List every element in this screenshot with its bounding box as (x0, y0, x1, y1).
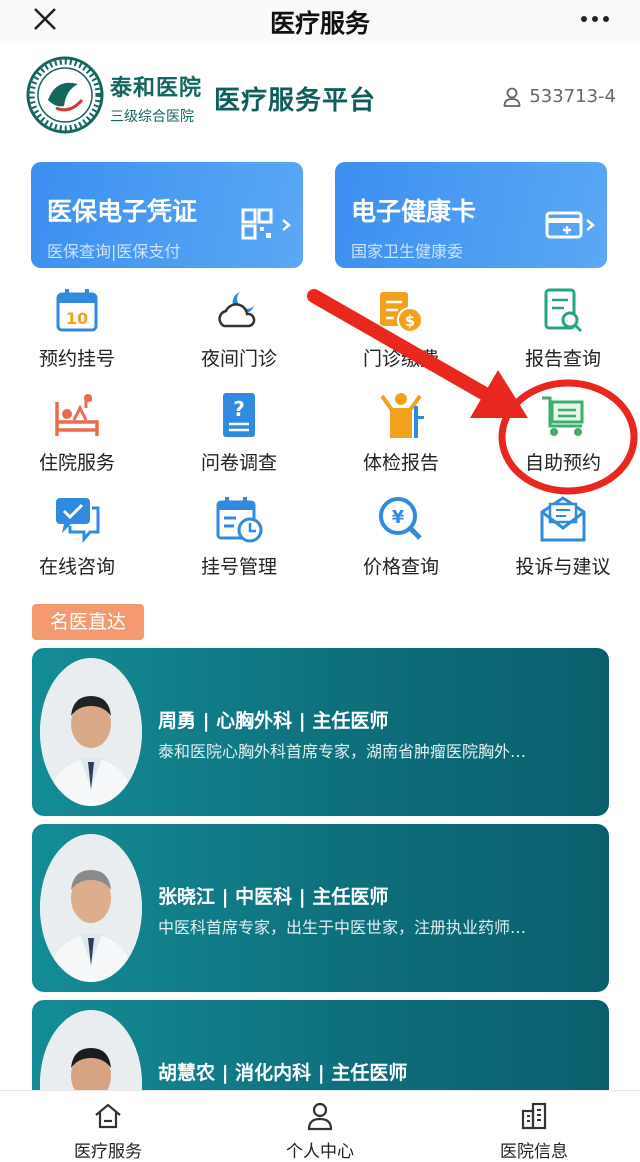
more-icon[interactable] (580, 10, 610, 28)
service-price-query[interactable]: ¥ 价格查询 (326, 494, 476, 598)
banner-subtitle: 国家卫生健康委 (351, 242, 464, 261)
svg-text:?: ? (233, 397, 245, 421)
doctor-name: 张晓江 | 中医科 | 主任医师 (158, 886, 389, 908)
hospital-level: 三级综合医院 (110, 109, 194, 125)
doctor-photo (40, 658, 142, 806)
tab-label: 医疗服务 (74, 1142, 142, 1162)
section-tag: 名医直达 (32, 604, 144, 640)
service-complaint[interactable]: 投诉与建议 (488, 494, 638, 598)
service-grid: 10 预约挂号 夜间门诊 $ 门诊缴费 报告查询 住院服务 ? 问卷调查 体检报… (0, 286, 640, 602)
tab-personal-center[interactable]: 个人中心 (240, 1091, 400, 1162)
service-label: 价格查询 (362, 556, 439, 578)
tab-label: 个人中心 (286, 1142, 354, 1162)
top-bar: 医疗服务 (0, 0, 640, 44)
hospital-seal-icon (26, 56, 104, 134)
user-id: 533713-4 (529, 86, 616, 107)
tab-medical-service[interactable]: 医疗服务 (28, 1091, 188, 1162)
banner-title: 医保电子凭证 (47, 197, 198, 226)
doctor-card[interactable]: 胡慧农 | 消化内科 | 主任医师 (32, 1000, 609, 1090)
banner-row: 医保电子凭证 医保查询|医保支付 电子健康卡 国家卫生健康委 (0, 156, 640, 286)
service-label: 夜间门诊 (200, 348, 277, 370)
payment-icon: $ (380, 292, 423, 333)
bottom-tab-bar: 医疗服务 个人中心 医院信息 (0, 1090, 640, 1162)
questionnaire-icon: ? (223, 393, 255, 437)
schedule-icon (216, 497, 263, 543)
service-appointment[interactable]: 10 预约挂号 (2, 286, 152, 390)
banner-title: 电子健康卡 (351, 197, 477, 226)
svg-text:10: 10 (66, 309, 88, 328)
doctor-card[interactable]: 周勇 | 心胸外科 | 主任医师 泰和医院心胸外科首席专家，湖南省肿瘤医院胸外… (32, 648, 609, 816)
header: 泰和医院 三级综合医院 医疗服务平台 533713-4 (0, 44, 640, 156)
doctor-photo (40, 1010, 142, 1090)
tab-label: 医院信息 (500, 1142, 568, 1162)
chat-icon (56, 498, 100, 544)
report-search-icon (544, 288, 583, 333)
person-icon (307, 1102, 333, 1131)
hospital-bed-icon (55, 394, 99, 436)
doctor-name: 胡慧农 | 消化内科 | 主任医师 (158, 1062, 408, 1084)
user-icon (503, 87, 521, 107)
service-self-appointment[interactable]: 自助预约 (488, 390, 638, 494)
service-label: 住院服务 (38, 452, 115, 474)
doctor-card[interactable]: 张晓江 | 中医科 | 主任医师 中医科首席专家，出生于中医世家，注册执业药师… (32, 824, 609, 992)
service-online-consult[interactable]: 在线咨询 (2, 494, 152, 598)
svg-text:$: $ (405, 312, 415, 330)
service-label: 问卷调查 (200, 452, 277, 474)
cart-icon (542, 396, 584, 436)
service-label: 投诉与建议 (515, 556, 611, 578)
service-registration-manage[interactable]: 挂号管理 (164, 494, 314, 598)
service-payment[interactable]: $ 门诊缴费 (326, 286, 476, 390)
service-inpatient[interactable]: 住院服务 (2, 390, 152, 494)
service-label: 在线咨询 (38, 556, 115, 578)
service-label: 门诊缴费 (362, 348, 439, 370)
service-questionnaire[interactable]: ? 问卷调查 (164, 390, 314, 494)
building-icon (521, 1102, 547, 1130)
service-checkup-report[interactable]: 体检报告 (326, 390, 476, 494)
service-night-clinic[interactable]: 夜间门诊 (164, 286, 314, 390)
checkup-icon (380, 393, 424, 438)
doctor-photo (40, 834, 142, 982)
famous-doctors-section: 名医直达 周勇 | 心胸外科 | 主任医师 泰和医院心胸外科首席专家，湖南省肿瘤… (0, 602, 640, 1090)
svg-text:¥: ¥ (392, 507, 405, 528)
night-cloud-icon (218, 292, 256, 328)
calendar-icon: 10 (56, 289, 98, 332)
service-label: 预约挂号 (38, 348, 115, 370)
doctor-name: 周勇 | 心胸外科 | 主任医师 (158, 710, 389, 732)
hospital-name: 泰和医院 (110, 75, 203, 101)
doctor-desc: 中医科首席专家，出生于中医世家，注册执业药师… (158, 918, 527, 937)
medical-insurance-banner[interactable]: 医保电子凭证 医保查询|医保支付 (31, 162, 303, 268)
platform-title: 医疗服务平台 (214, 86, 377, 116)
user-account[interactable]: 533713-4 (503, 86, 616, 107)
health-card-banner[interactable]: 电子健康卡 国家卫生健康委 (335, 162, 607, 268)
mail-icon (540, 496, 586, 542)
hospital-logo: 泰和医院 三级综合医院 (18, 50, 212, 146)
service-label: 体检报告 (362, 452, 439, 474)
service-label: 自助预约 (524, 452, 601, 474)
page-title: 医疗服务 (269, 9, 370, 38)
home-icon (95, 1103, 121, 1129)
tab-hospital-info[interactable]: 医院信息 (454, 1091, 614, 1162)
service-label: 挂号管理 (200, 556, 277, 578)
qr-code-icon (241, 208, 291, 240)
banner-subtitle: 医保查询|医保支付 (47, 242, 181, 261)
service-label: 报告查询 (524, 348, 601, 370)
price-search-icon: ¥ (379, 497, 422, 540)
doctor-desc: 泰和医院心胸外科首席专家，湖南省肿瘤医院胸外… (158, 742, 527, 761)
health-card-icon (545, 211, 595, 239)
service-report-query[interactable]: 报告查询 (488, 286, 638, 390)
